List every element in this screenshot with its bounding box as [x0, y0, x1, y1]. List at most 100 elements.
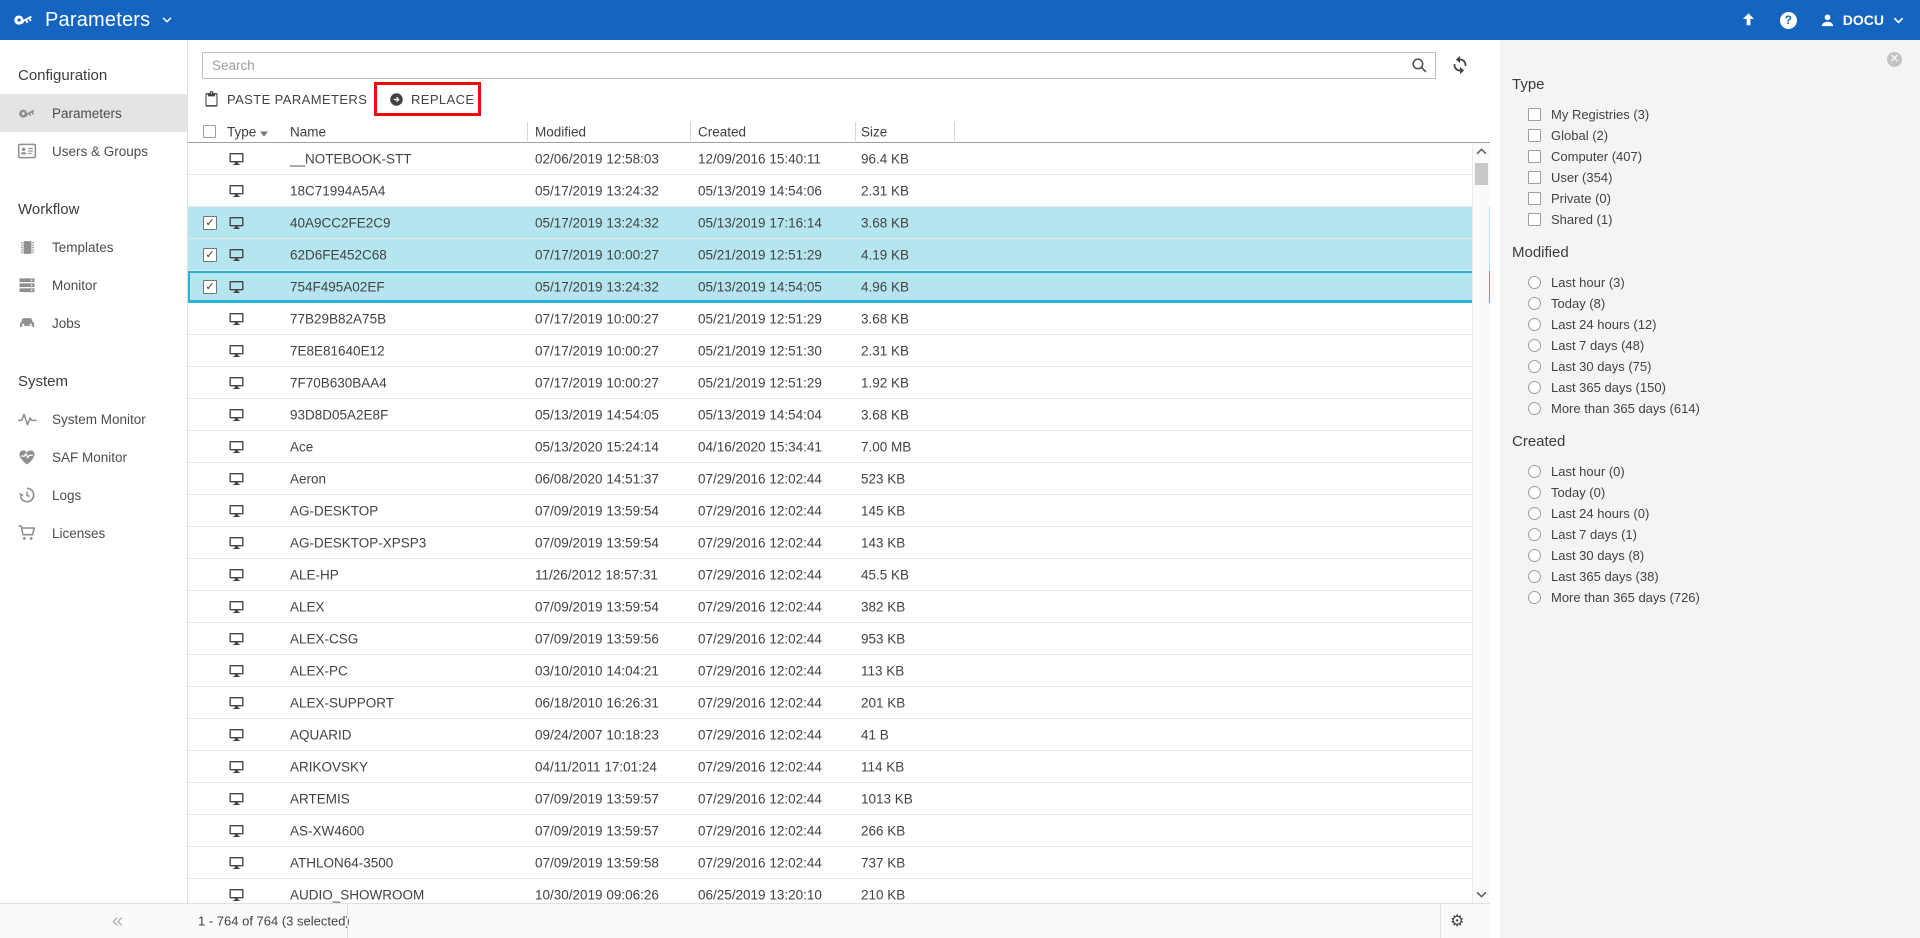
table-row[interactable]: ✓ 18C71994A5A4 05/17/2019 13:24:32 05/13… — [188, 175, 1490, 207]
radio-button[interactable] — [1528, 297, 1541, 310]
collapse-sidebar-icon[interactable]: « — [112, 911, 123, 931]
filter-option[interactable]: Last hour (0) — [1528, 461, 1900, 482]
close-icon[interactable]: ✕ — [1887, 52, 1902, 67]
table-row[interactable]: ✓ AUDIO_SHOWROOM 10/30/2019 09:06:26 06/… — [188, 879, 1490, 903]
radio-button[interactable] — [1528, 381, 1541, 394]
radio-button[interactable] — [1528, 339, 1541, 352]
checkbox[interactable] — [1528, 150, 1541, 163]
table-row[interactable]: ✓ 40A9CC2FE2C9 05/17/2019 13:24:32 05/13… — [188, 207, 1490, 239]
table-row[interactable]: ✓ AQUARID 09/24/2007 10:18:23 07/29/2016… — [188, 719, 1490, 751]
sidebar-item-system-monitor[interactable]: System Monitor — [0, 400, 187, 438]
table-row[interactable]: ✓ __NOTEBOOK-STT 02/06/2019 12:58:03 12/… — [188, 143, 1490, 175]
replace-button[interactable]: REPLACE — [389, 84, 475, 114]
checkbox[interactable] — [1528, 171, 1541, 184]
row-checkbox[interactable]: ✓ — [203, 280, 217, 294]
filter-option[interactable]: Last 365 days (150) — [1528, 377, 1900, 398]
sidebar-item-saf-monitor[interactable]: SAF Monitor — [0, 438, 187, 476]
sidebar-item-jobs[interactable]: Jobs — [0, 304, 187, 342]
filter-option[interactable]: Last 30 days (75) — [1528, 356, 1900, 377]
help-icon[interactable]: ? — [1780, 12, 1797, 29]
select-all-checkbox[interactable] — [203, 125, 216, 138]
table-row[interactable]: ✓ 77B29B82A75B 07/17/2019 10:00:27 05/21… — [188, 303, 1490, 335]
filter-option[interactable]: Last 24 hours (12) — [1528, 314, 1900, 335]
checkbox[interactable] — [1528, 129, 1541, 142]
table-row[interactable]: ✓ ALEX 07/09/2019 13:59:54 07/29/2016 12… — [188, 591, 1490, 623]
radio-button[interactable] — [1528, 486, 1541, 499]
filter-option[interactable]: Last 24 hours (0) — [1528, 503, 1900, 524]
table-row[interactable]: ✓ ARIKOVSKY 04/11/2011 17:01:24 07/29/20… — [188, 751, 1490, 783]
column-header-modified[interactable]: Modified — [535, 125, 586, 140]
filter-option[interactable]: Private (0) — [1528, 188, 1900, 209]
computer-icon — [228, 727, 245, 743]
sidebar-item-users-groups[interactable]: Users & Groups — [0, 132, 187, 170]
table-row[interactable]: ✓ ALEX-PC 03/10/2010 14:04:21 07/29/2016… — [188, 655, 1490, 687]
table-row[interactable]: ✓ ALEX-SUPPORT 06/18/2010 16:26:31 07/29… — [188, 687, 1490, 719]
column-header-size[interactable]: Size — [861, 125, 887, 140]
checkbox[interactable] — [1528, 192, 1541, 205]
row-checkbox[interactable]: ✓ — [203, 216, 217, 230]
radio-button[interactable] — [1528, 528, 1541, 541]
scrollbar-thumb[interactable] — [1475, 163, 1488, 185]
filter-option[interactable]: Last 7 days (1) — [1528, 524, 1900, 545]
gear-icon[interactable]: ⚙ — [1450, 911, 1464, 931]
app-title-menu[interactable]: Parameters — [0, 9, 174, 32]
scroll-down-icon[interactable] — [1473, 886, 1490, 903]
table-row[interactable]: ✓ 754F495A02EF 05/17/2019 13:24:32 05/13… — [188, 271, 1490, 303]
filter-option[interactable]: User (354) — [1528, 167, 1900, 188]
radio-button[interactable] — [1528, 402, 1541, 415]
sidebar-item-licenses[interactable]: Licenses — [0, 514, 187, 552]
filter-option[interactable]: Last 30 days (8) — [1528, 545, 1900, 566]
filter-option[interactable]: More than 365 days (726) — [1528, 587, 1900, 608]
filter-option[interactable]: Last 365 days (38) — [1528, 566, 1900, 587]
radio-button[interactable] — [1528, 549, 1541, 562]
filter-option[interactable]: Shared (1) — [1528, 209, 1900, 230]
checkbox[interactable] — [1528, 108, 1541, 121]
table-row[interactable]: ✓ Ace 05/13/2020 15:24:14 04/16/2020 15:… — [188, 431, 1490, 463]
filter-option[interactable]: More than 365 days (614) — [1528, 398, 1900, 419]
refresh-icon[interactable] — [1449, 54, 1473, 78]
table-row[interactable]: ✓ 7E8E81640E12 07/17/2019 10:00:27 05/21… — [188, 335, 1490, 367]
table-scrollbar[interactable] — [1472, 143, 1489, 903]
column-header-created[interactable]: Created — [698, 125, 746, 140]
radio-button[interactable] — [1528, 318, 1541, 331]
sidebar-item-monitor[interactable]: Monitor — [0, 266, 187, 304]
search-icon[interactable] — [1410, 56, 1429, 75]
filter-option[interactable]: Today (0) — [1528, 482, 1900, 503]
filter-option[interactable]: Computer (407) — [1528, 146, 1900, 167]
radio-button[interactable] — [1528, 591, 1541, 604]
table-row[interactable]: ✓ 7F70B630BAA4 07/17/2019 10:00:27 05/21… — [188, 367, 1490, 399]
table-row[interactable]: ✓ AG-DESKTOP-XPSP3 07/09/2019 13:59:54 0… — [188, 527, 1490, 559]
table-row[interactable]: ✓ ATHLON64-3500 07/09/2019 13:59:58 07/2… — [188, 847, 1490, 879]
filter-option[interactable]: My Registries (3) — [1528, 104, 1900, 125]
column-header-type[interactable]: Type — [227, 125, 256, 140]
row-checkbox[interactable]: ✓ — [203, 248, 217, 262]
filter-option[interactable]: Today (8) — [1528, 293, 1900, 314]
sidebar-item-templates[interactable]: Templates — [0, 228, 187, 266]
upload-icon[interactable] — [1739, 11, 1758, 30]
filter-option[interactable]: Last 7 days (48) — [1528, 335, 1900, 356]
table-row[interactable]: ✓ 62D6FE452C68 07/17/2019 10:00:27 05/21… — [188, 239, 1490, 271]
paste-parameters-button[interactable]: PASTE PARAMETERS — [203, 84, 367, 114]
radio-button[interactable] — [1528, 465, 1541, 478]
radio-button[interactable] — [1528, 570, 1541, 583]
radio-button[interactable] — [1528, 276, 1541, 289]
checkbox[interactable] — [1528, 213, 1541, 226]
type-filter-caret-icon[interactable] — [260, 125, 268, 140]
search-input[interactable] — [202, 52, 1436, 79]
user-menu[interactable]: DOCU — [1819, 12, 1906, 29]
radio-button[interactable] — [1528, 507, 1541, 520]
sidebar-item-parameters[interactable]: Parameters — [0, 94, 187, 132]
radio-button[interactable] — [1528, 360, 1541, 373]
filter-option[interactable]: Last hour (3) — [1528, 272, 1900, 293]
table-row[interactable]: ✓ ALEX-CSG 07/09/2019 13:59:56 07/29/201… — [188, 623, 1490, 655]
table-row[interactable]: ✓ ALE-HP 11/26/2012 18:57:31 07/29/2016 … — [188, 559, 1490, 591]
sidebar-item-logs[interactable]: Logs — [0, 476, 187, 514]
column-header-name[interactable]: Name — [290, 125, 326, 140]
scroll-up-icon[interactable] — [1473, 143, 1490, 160]
table-row[interactable]: ✓ AG-DESKTOP 07/09/2019 13:59:54 07/29/2… — [188, 495, 1490, 527]
table-row[interactable]: ✓ ARTEMIS 07/09/2019 13:59:57 07/29/2016… — [188, 783, 1490, 815]
table-row[interactable]: ✓ Aeron 06/08/2020 14:51:37 07/29/2016 1… — [188, 463, 1490, 495]
filter-option[interactable]: Global (2) — [1528, 125, 1900, 146]
table-row[interactable]: ✓ AS-XW4600 07/09/2019 13:59:57 07/29/20… — [188, 815, 1490, 847]
table-row[interactable]: ✓ 93D8D05A2E8F 05/13/2019 14:54:05 05/13… — [188, 399, 1490, 431]
